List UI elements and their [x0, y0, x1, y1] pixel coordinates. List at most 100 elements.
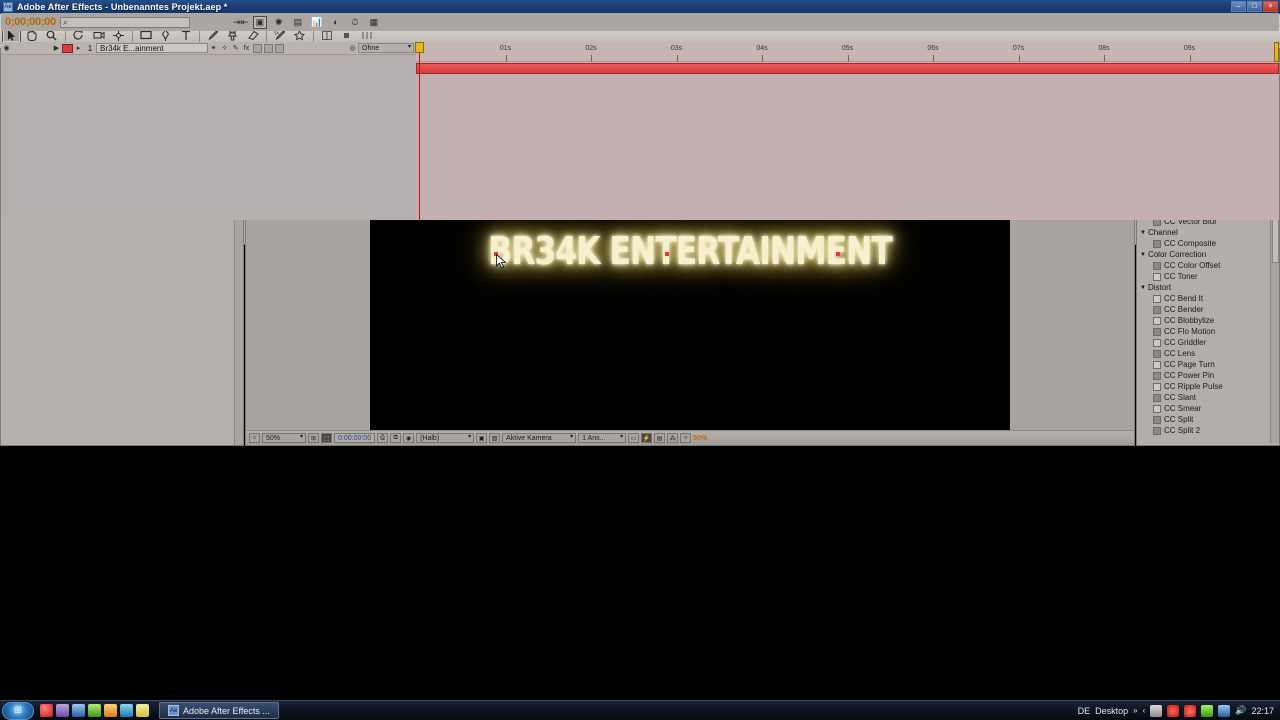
selection-handle-bc[interactable] — [665, 252, 669, 256]
effect-list-item[interactable]: CC Composite — [1137, 238, 1279, 249]
effect-list-item[interactable]: CC Toner — [1137, 271, 1279, 282]
transparency-grid-icon[interactable]: ▧ — [489, 433, 501, 443]
tray-language[interactable]: DE — [1078, 706, 1091, 716]
resolution-select[interactable]: (Halb) — [416, 433, 475, 443]
layer-fx-icon[interactable]: fx — [241, 43, 252, 54]
brainstorm-icon[interactable]: ◐ — [329, 16, 343, 29]
effect-list-item[interactable]: CC Blobbylize — [1137, 315, 1279, 326]
effect-list-item[interactable]: CC Ripple Pulse — [1137, 381, 1279, 392]
effect-list-item[interactable]: CC Bender — [1137, 304, 1279, 315]
effect-list-item[interactable]: CC Smear — [1137, 403, 1279, 414]
comp-flowchart-icon[interactable]: ⁂ — [667, 433, 679, 443]
start-button-icon[interactable]: ⊞ — [2, 701, 34, 720]
effect-list-item[interactable]: CC Slant — [1137, 392, 1279, 403]
layer-collapse-icon[interactable]: ✴ — [208, 43, 219, 54]
layer-motionblur-box[interactable] — [264, 43, 273, 53]
timeline-time-ruler[interactable]: 01s 02s 03s 04s 05s 06s 07s 08s 09s — [415, 42, 1279, 220]
effect-list-item[interactable]: CC Split 2 — [1137, 425, 1279, 436]
effect-list-item[interactable]: CC Bend It — [1137, 293, 1279, 304]
tray-icon-network[interactable] — [1218, 704, 1231, 717]
layer-name[interactable]: Br34k E...ainment — [96, 43, 208, 53]
quicklaunch-icon-7[interactable] — [136, 704, 149, 717]
layer-lock-toggle-icon[interactable] — [34, 43, 45, 54]
auto-keyframe-icon[interactable]: ⏱ — [348, 16, 362, 29]
timeline-search-input[interactable] — [59, 16, 190, 28]
tray-desktop-label[interactable]: Desktop — [1095, 706, 1128, 716]
layer-shy-icon[interactable]: ▶ — [51, 43, 62, 54]
layer-audio-toggle-icon[interactable] — [12, 43, 23, 54]
layer-effects-icon[interactable]: ✎ — [230, 43, 241, 54]
playhead-handle[interactable] — [415, 42, 424, 53]
live-update-icon[interactable]: ▦ — [367, 16, 381, 29]
close-button[interactable]: × — [1263, 1, 1278, 12]
quicklaunch-icon-1[interactable] — [40, 704, 53, 717]
effect-list-item[interactable]: CC Power Pin — [1137, 370, 1279, 381]
effect-list-item[interactable]: CC Lens — [1137, 348, 1279, 359]
maximize-button[interactable]: □ — [1247, 1, 1262, 12]
magnification-select[interactable]: 50% — [262, 433, 306, 443]
layer-duration-bar[interactable] — [416, 63, 1279, 74]
effect-list-item[interactable]: CC Griddler — [1137, 337, 1279, 348]
show-snapshot-icon[interactable]: ⧉ — [390, 433, 402, 443]
quicklaunch-icon-6[interactable] — [120, 704, 133, 717]
work-area-end-marker[interactable] — [1274, 42, 1279, 62]
timeline-track-area[interactable] — [416, 62, 1279, 220]
tray-volume-icon[interactable]: 🔊 — [1235, 705, 1246, 716]
effects-category-distort[interactable]: ▼ Distort — [1137, 282, 1279, 293]
pixel-aspect-icon[interactable]: ▭ — [628, 433, 640, 443]
exposure-reset-icon[interactable]: ☼ — [680, 433, 692, 443]
layer-frameblend-box[interactable] — [253, 43, 262, 53]
minimize-button[interactable]: – — [1231, 1, 1246, 12]
layer-parent-pickwhip-icon[interactable]: ◎ — [347, 43, 358, 54]
category-disclosure-icon[interactable]: ▼ — [1140, 285, 1146, 291]
tray-icon-activity[interactable] — [1201, 704, 1214, 717]
always-preview-icon[interactable]: ⌂ — [249, 433, 260, 443]
snapshot-icon[interactable]: ⎙ — [377, 433, 389, 443]
quicklaunch-icon-5[interactable] — [104, 704, 117, 717]
graph-editor-icon[interactable]: 📊 — [310, 16, 324, 29]
composition-timecode[interactable]: 0:00:00:00 — [334, 433, 376, 443]
effects-category-channel[interactable]: ▼ Channel — [1137, 227, 1279, 238]
tray-icon-1[interactable] — [1150, 704, 1163, 717]
layer-parent-select[interactable]: Ohne — [358, 43, 414, 53]
effect-list-item[interactable]: CC Page Turn — [1137, 359, 1279, 370]
quicklaunch-icon-2[interactable] — [56, 704, 69, 717]
tray-icon-shield[interactable] — [1167, 704, 1180, 717]
layer-disclosure-icon[interactable]: ▸ — [73, 43, 84, 54]
tray-icon-avira[interactable] — [1184, 704, 1197, 717]
effects-category-color-correction[interactable]: ▼ Color Correction — [1137, 249, 1279, 260]
frame-blend-icon[interactable]: ▤ — [291, 16, 305, 29]
effect-list-item[interactable]: CC Flo Motion — [1137, 326, 1279, 337]
region-of-interest-icon[interactable]: ⬚ — [321, 433, 332, 443]
timeline-toggle-icon[interactable]: ▤ — [654, 433, 666, 443]
draft-3d-icon[interactable]: ▣ — [252, 15, 267, 29]
view-layout-select[interactable]: 1 Ans... — [578, 433, 627, 443]
playhead-line[interactable] — [415, 42, 424, 220]
effect-list-item[interactable]: CC Split — [1137, 414, 1279, 425]
quicklaunch-icon-3[interactable] — [72, 704, 85, 717]
taskbar-task-after-effects[interactable]: Ae Adobe After Effects ... — [159, 702, 279, 719]
effects-list[interactable]: ▼Blur & SharpenCC Radial BlurCC Radial F… — [1137, 183, 1279, 443]
timeline-current-time[interactable]: 0;00;00;00 — [5, 16, 56, 28]
channel-select-icon[interactable]: ◉ — [403, 433, 415, 443]
tray-expand-icon[interactable]: » — [1133, 706, 1137, 715]
timeline-ruler-top[interactable]: 01s 02s 03s 04s 05s 06s 07s 08s 09s — [416, 42, 1279, 62]
tray-chevron-icon[interactable]: ‹ — [1143, 706, 1146, 715]
fast-preview-icon[interactable]: ⚡ — [641, 433, 653, 443]
effect-list-item[interactable]: CC Color Offset — [1137, 260, 1279, 271]
effects-scrollbar[interactable] — [1270, 183, 1279, 443]
layer-quality-icon[interactable]: ✧ — [219, 43, 230, 54]
category-disclosure-icon[interactable]: ▼ — [1140, 252, 1146, 258]
selection-handle-br[interactable] — [836, 252, 840, 256]
motion-blur-icon[interactable]: ✺ — [272, 16, 286, 29]
grid-guides-icon[interactable]: ⊞ — [308, 433, 319, 443]
layer-label-color[interactable] — [62, 43, 73, 53]
camera-view-select[interactable]: Aktive Kamera — [502, 433, 577, 443]
composition-mini-flowchart-icon[interactable]: ⇥⇤ — [233, 16, 248, 29]
layer-adjustment-box[interactable] — [275, 43, 284, 53]
quicklaunch-icon-4[interactable] — [88, 704, 101, 717]
tray-clock[interactable]: 22:17 — [1251, 706, 1274, 716]
layer-solo-toggle-icon[interactable] — [23, 43, 34, 54]
region-interest-toggle-icon[interactable]: ▣ — [476, 433, 488, 443]
layer-video-toggle-icon[interactable]: ◉ — [1, 43, 12, 54]
